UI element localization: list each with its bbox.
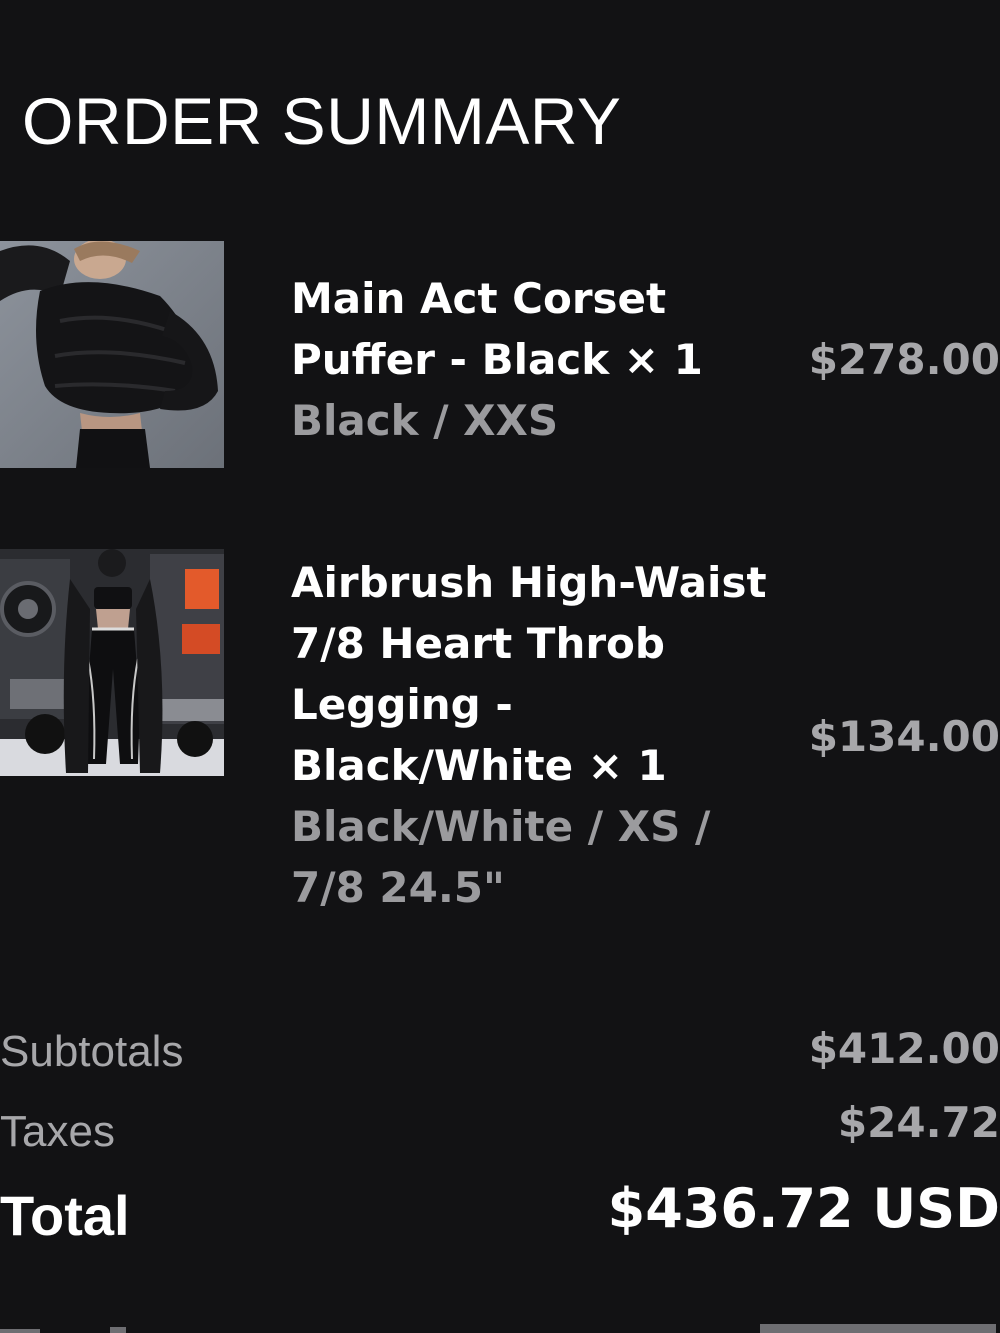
total-label: Total: [0, 1184, 130, 1247]
product-variant: Black / XXS: [291, 396, 559, 445]
cutoff-row: [0, 1318, 1000, 1333]
taxes-label: Taxes: [0, 1107, 115, 1156]
order-line-item: Airbrush High-Waist 7/8 Heart Throb Legg…: [0, 549, 1000, 912]
total-value: $436.72 USD: [607, 1177, 1000, 1240]
product-thumbnail[interactable]: [0, 549, 224, 776]
product-price: $278.00: [808, 335, 1000, 384]
puffer-jacket-photo-icon: [0, 241, 224, 468]
product-thumbnail[interactable]: [0, 241, 224, 468]
subtotal-value: $412.00: [808, 1024, 1000, 1073]
product-variant: Black/White / XS / 7/8 24.5": [291, 802, 711, 912]
product-name[interactable]: Main Act Corset Puffer - Black × 1: [291, 268, 791, 390]
product-price: $134.00: [808, 712, 1000, 761]
subtotal-label: Subtotals: [0, 1027, 184, 1076]
order-line-item: Main Act Corset Puffer - Black × 1 Black…: [0, 241, 1000, 469]
product-name[interactable]: Airbrush High-Waist 7/8 Heart Throb Legg…: [291, 552, 791, 796]
taxes-value: $24.72: [837, 1098, 1000, 1147]
legging-outfit-photo-icon: [0, 549, 224, 776]
order-summary-title: ORDER SUMMARY: [22, 84, 622, 158]
